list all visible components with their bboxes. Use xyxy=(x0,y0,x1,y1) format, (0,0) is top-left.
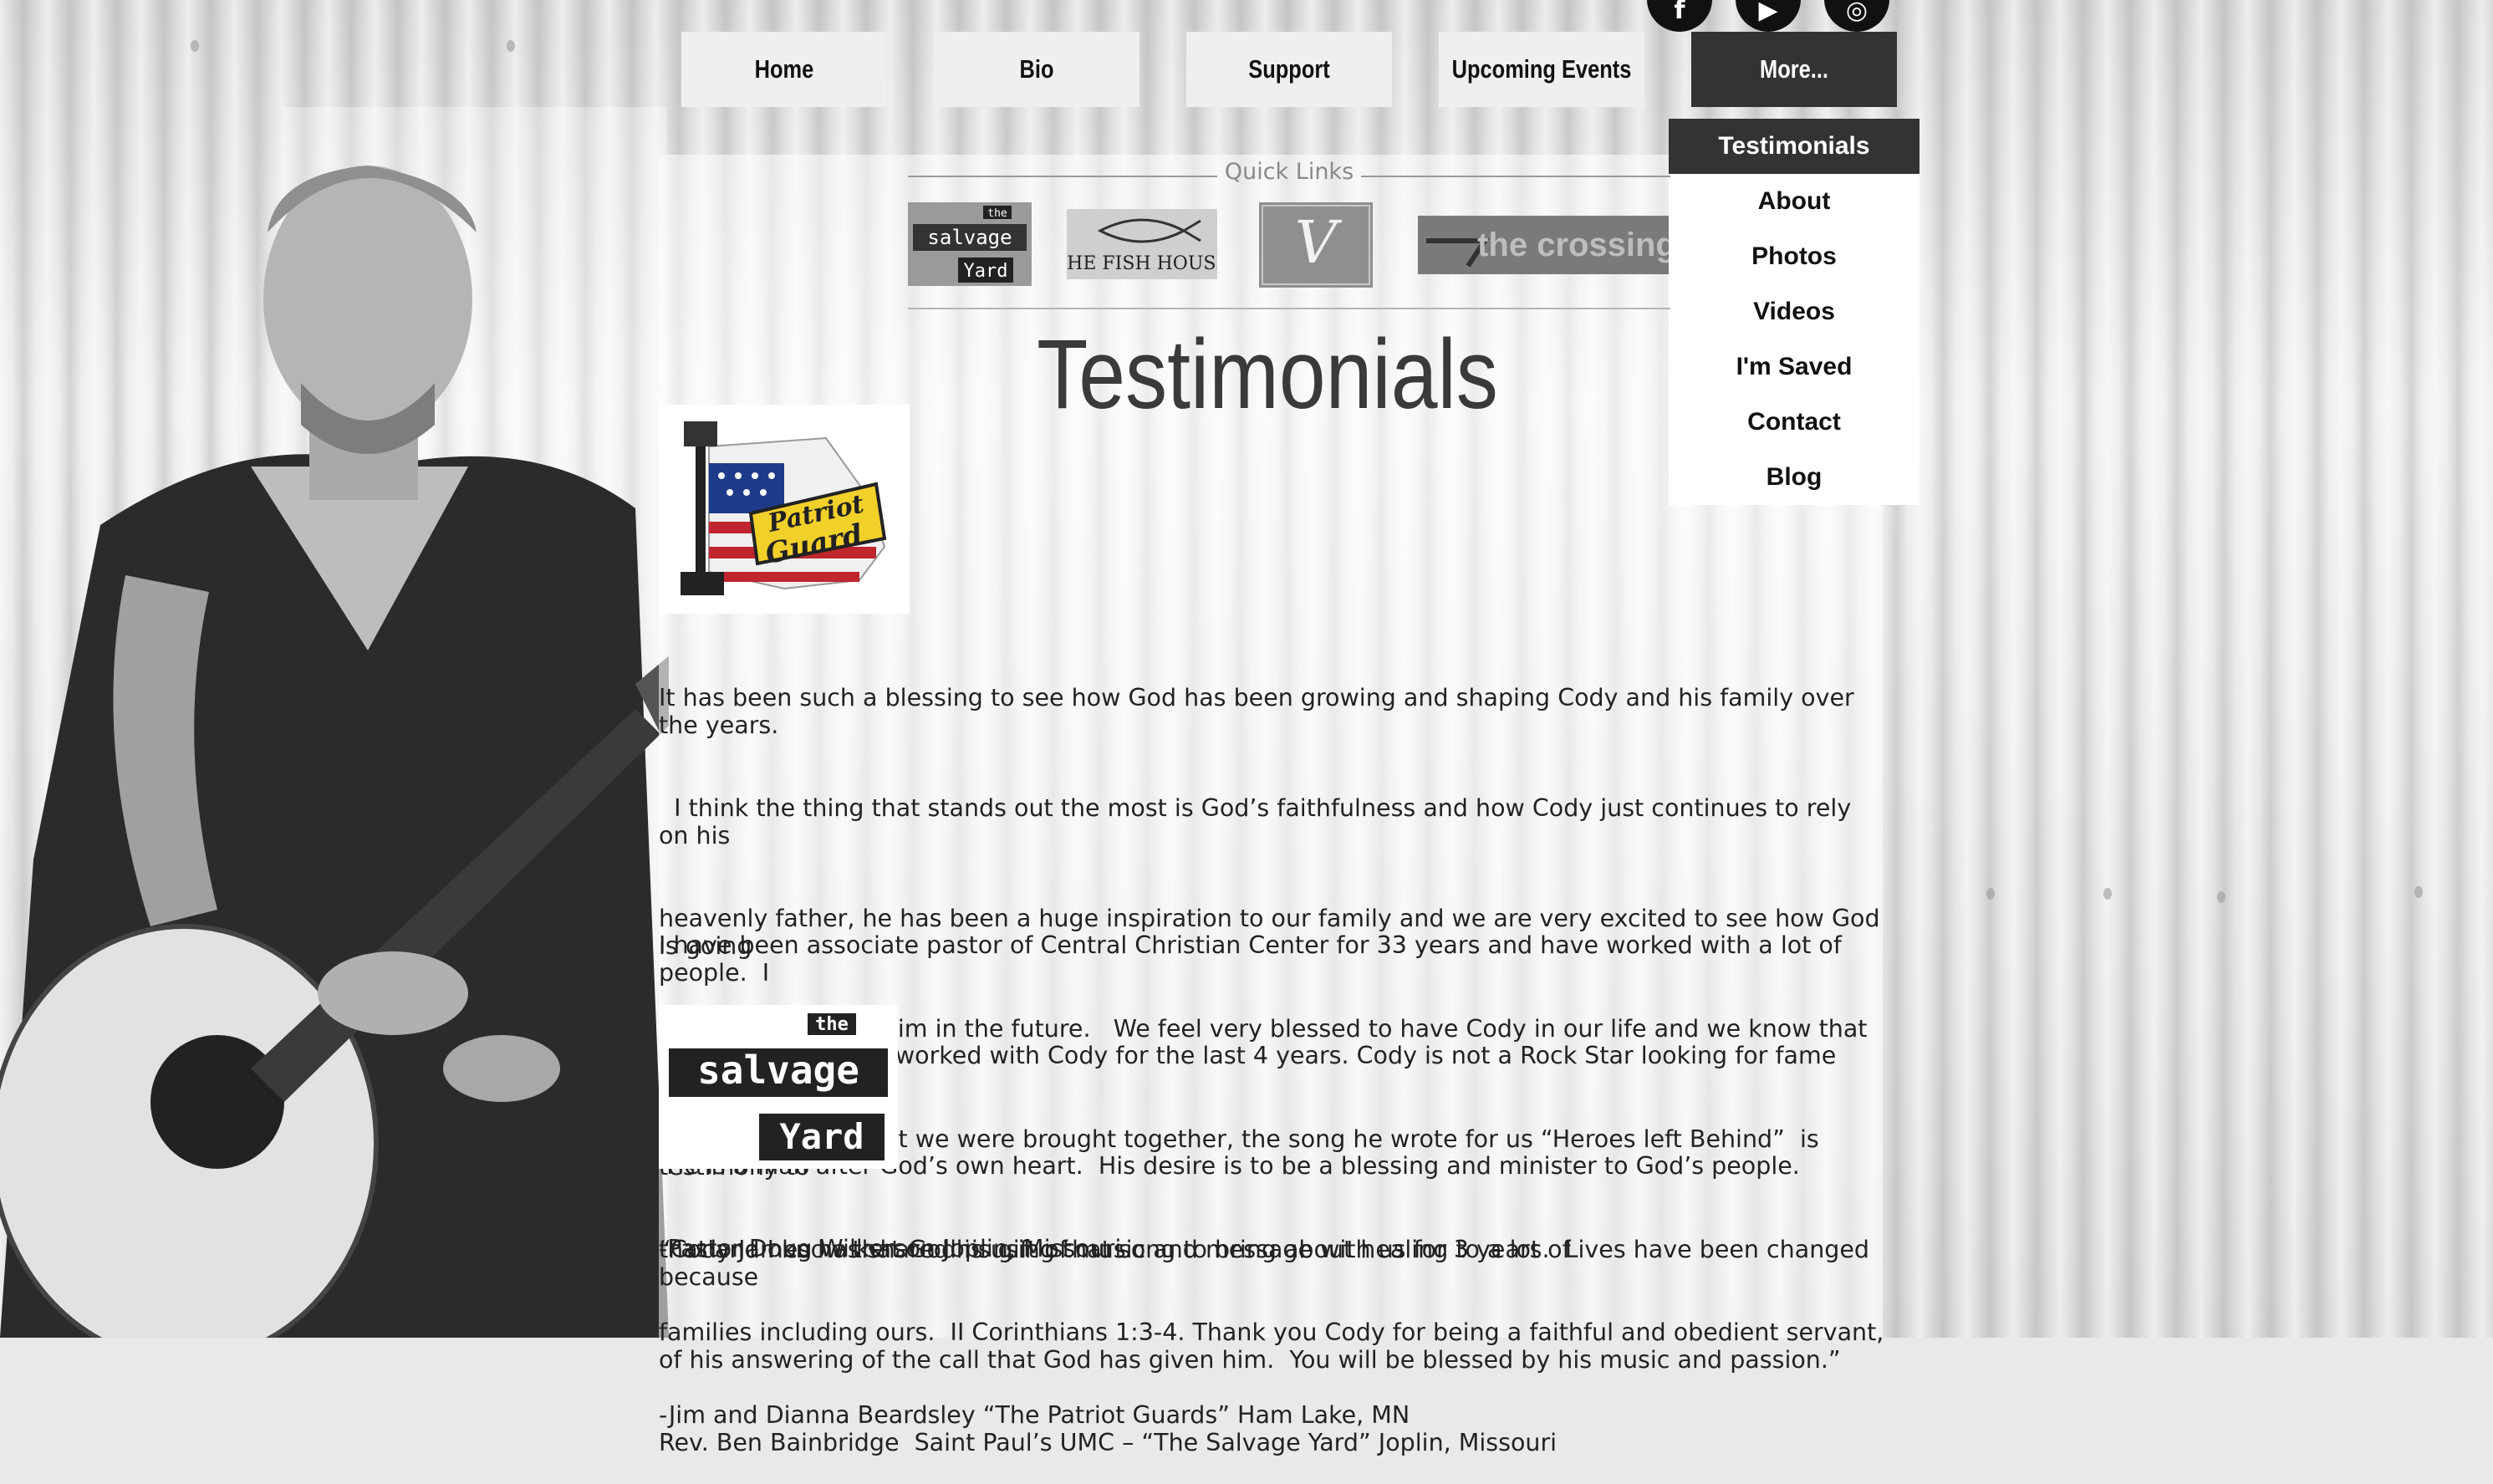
svg-text:THE FISH HOUSE: THE FISH HOUSE xyxy=(1067,253,1217,274)
nav-label: Upcoming Events xyxy=(1451,54,1632,84)
social-bar: f ▶ ◎ xyxy=(1647,0,1889,32)
nav-support[interactable]: Support xyxy=(1186,32,1392,107)
salvage-yard-logo-icon: the salvage Yard xyxy=(913,206,1027,283)
nav-label: Bio xyxy=(1019,54,1054,84)
rivet xyxy=(2414,886,2423,898)
svg-text:the crossing: the crossing xyxy=(1477,227,1669,263)
dropdown-item-blog[interactable]: Blog xyxy=(1669,450,1919,505)
quick-link-fish-house[interactable]: THE FISH HOUSE xyxy=(1067,209,1217,279)
text-line: of his answering of the call that God ha… xyxy=(659,1346,1841,1374)
facebook-icon[interactable]: f xyxy=(1647,0,1712,32)
youtube-icon[interactable]: ▶ xyxy=(1736,0,1801,32)
main-nav: Home Bio Support Upcoming Events More... xyxy=(659,32,1921,107)
nav-bio[interactable]: Bio xyxy=(934,32,1139,107)
patriot-guard-logo: Patriot Guard xyxy=(659,405,910,614)
rivet xyxy=(1986,888,1995,900)
nav-label: Home xyxy=(754,54,814,84)
text-line: I think the thing that stands out the mo… xyxy=(659,794,1859,849)
v-logo-icon: V xyxy=(1262,205,1370,285)
svg-text:the: the xyxy=(815,1014,849,1035)
dropdown-item-im-saved[interactable]: I'm Saved xyxy=(1669,339,1919,395)
text-line: I have been associate pastor of Central … xyxy=(659,931,1849,987)
rivet xyxy=(2103,888,2112,900)
rivet xyxy=(507,40,515,52)
quick-link-salvage-yard[interactable]: the salvage Yard xyxy=(908,202,1032,286)
svg-text:Yard: Yard xyxy=(964,261,1008,282)
musician-with-guitar-image xyxy=(0,166,669,1338)
svg-text:V: V xyxy=(1295,208,1343,277)
text-line: It has been such a blessing to see how G… xyxy=(659,684,1862,739)
text-line: “Cody James has shared his gift of music… xyxy=(659,1236,1878,1291)
text-line: Rev. Ben Bainbridge Saint Paul’s UMC – “… xyxy=(659,1429,1557,1456)
more-dropdown: Testimonials About Photos Videos I'm Sav… xyxy=(1669,119,1919,505)
salvage-yard-logo-icon: the salvage Yard xyxy=(669,1013,888,1160)
quick-links-header: Quick Links xyxy=(908,159,1670,192)
rivet xyxy=(2217,891,2225,903)
fish-house-logo-icon: THE FISH HOUSE xyxy=(1067,218,1217,274)
dropdown-item-about[interactable]: About xyxy=(1669,174,1919,229)
patriot-guard-logo-icon: Patriot Guard xyxy=(681,421,887,595)
dropdown-item-testimonials[interactable]: Testimonials xyxy=(1669,119,1919,174)
dropdown-item-photos[interactable]: Photos xyxy=(1669,229,1919,284)
testimonial-bainbridge: “Cody James has shared his gift of music… xyxy=(659,1181,1888,1484)
rivet xyxy=(191,40,199,52)
instagram-icon[interactable]: ◎ xyxy=(1824,0,1889,32)
svg-text:salvage: salvage xyxy=(697,1048,859,1093)
nav-upcoming-events[interactable]: Upcoming Events xyxy=(1439,32,1644,107)
quick-link-v[interactable]: V xyxy=(1259,202,1373,288)
salvage-yard-logo: the salvage Yard xyxy=(659,1005,898,1169)
svg-text:Yard: Yard xyxy=(779,1116,864,1157)
dropdown-item-videos[interactable]: Videos xyxy=(1669,284,1919,339)
svg-text:salvage: salvage xyxy=(927,226,1012,249)
crossing-logo-icon: the crossing xyxy=(1426,227,1669,268)
nav-label: Support xyxy=(1248,54,1330,84)
quick-link-the-crossing[interactable]: the crossing xyxy=(1418,216,1669,274)
nav-more[interactable]: More... xyxy=(1691,32,1897,107)
nav-label: More... xyxy=(1760,54,1828,84)
svg-text:the: the xyxy=(987,207,1007,220)
page-title: Testimonials xyxy=(1037,319,1498,430)
quick-links-title: Quick Links xyxy=(1224,159,1354,185)
nav-home[interactable]: Home xyxy=(681,32,887,107)
dropdown-item-contact[interactable]: Contact xyxy=(1669,395,1919,450)
divider xyxy=(908,308,1670,309)
artist-photo xyxy=(0,107,669,1338)
